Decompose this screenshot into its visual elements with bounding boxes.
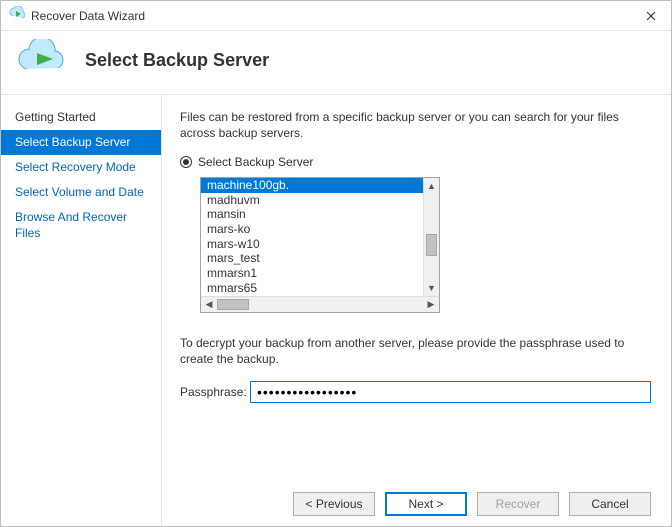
server-list-item[interactable]: mmarsn1 xyxy=(201,266,423,281)
close-button[interactable] xyxy=(631,2,671,30)
decrypt-note: To decrypt your backup from another serv… xyxy=(180,335,651,367)
sidebar: Getting Started Select Backup Server Sel… xyxy=(1,95,161,526)
vertical-scrollbar[interactable]: ▲ ▼ xyxy=(423,178,439,296)
sidebar-item-select-recovery-mode[interactable]: Select Recovery Mode xyxy=(1,155,161,180)
scroll-thumb[interactable] xyxy=(426,234,437,256)
server-list-item[interactable]: mansin xyxy=(201,207,423,222)
sidebar-item-browse-and-recover-files[interactable]: Browse And Recover Files xyxy=(1,205,161,246)
body: Getting Started Select Backup Server Sel… xyxy=(1,94,671,526)
sidebar-item-getting-started: Getting Started xyxy=(1,105,161,130)
server-list-item[interactable]: mars-ko xyxy=(201,222,423,237)
radio-icon xyxy=(180,156,192,168)
page-title: Select Backup Server xyxy=(85,50,269,71)
close-icon xyxy=(646,11,656,21)
next-button[interactable]: Next > xyxy=(385,492,467,516)
passphrase-row: Passphrase: xyxy=(180,381,651,403)
titlebar-left: Recover Data Wizard xyxy=(9,6,145,25)
sidebar-item-select-volume-and-date[interactable]: Select Volume and Date xyxy=(1,180,161,205)
app-icon xyxy=(9,6,25,25)
content: Files can be restored from a specific ba… xyxy=(161,95,671,526)
passphrase-input[interactable] xyxy=(250,381,651,403)
scroll-track[interactable] xyxy=(424,194,439,280)
window-title: Recover Data Wizard xyxy=(31,9,145,23)
passphrase-label: Passphrase: xyxy=(180,385,242,399)
hscroll-track[interactable] xyxy=(217,297,423,312)
server-listbox[interactable]: machine100gb.madhuvmmansinmars-komars-w1… xyxy=(200,177,440,313)
intro-text: Files can be restored from a specific ba… xyxy=(180,109,651,141)
server-list-item[interactable]: machine100gb. xyxy=(201,178,423,193)
sidebar-item-select-backup-server[interactable]: Select Backup Server xyxy=(1,130,161,155)
cancel-button[interactable]: Cancel xyxy=(569,492,651,516)
scroll-left-icon[interactable]: ◀ xyxy=(201,297,217,312)
scroll-up-icon[interactable]: ▲ xyxy=(424,178,439,194)
recover-button: Recover xyxy=(477,492,559,516)
radio-label: Select Backup Server xyxy=(198,155,313,169)
header: Select Backup Server xyxy=(1,31,671,94)
hscroll-thumb[interactable] xyxy=(217,299,249,310)
titlebar: Recover Data Wizard xyxy=(1,1,671,31)
wizard-window: Recover Data Wizard Select Backup Server… xyxy=(0,0,672,527)
footer: < Previous Next > Recover Cancel xyxy=(180,478,651,516)
horizontal-scrollbar[interactable]: ◀ ▶ xyxy=(201,296,439,312)
server-list-item[interactable]: mmars65 xyxy=(201,281,423,296)
server-list-item[interactable]: madhuvm xyxy=(201,193,423,208)
scroll-right-icon[interactable]: ▶ xyxy=(423,297,439,312)
scroll-down-icon[interactable]: ▼ xyxy=(424,280,439,296)
header-icon xyxy=(15,39,67,82)
server-list-item[interactable]: mars-w10 xyxy=(201,237,423,252)
server-list-item[interactable]: mars_test xyxy=(201,251,423,266)
select-backup-server-radio[interactable]: Select Backup Server xyxy=(180,155,651,169)
previous-button[interactable]: < Previous xyxy=(293,492,375,516)
